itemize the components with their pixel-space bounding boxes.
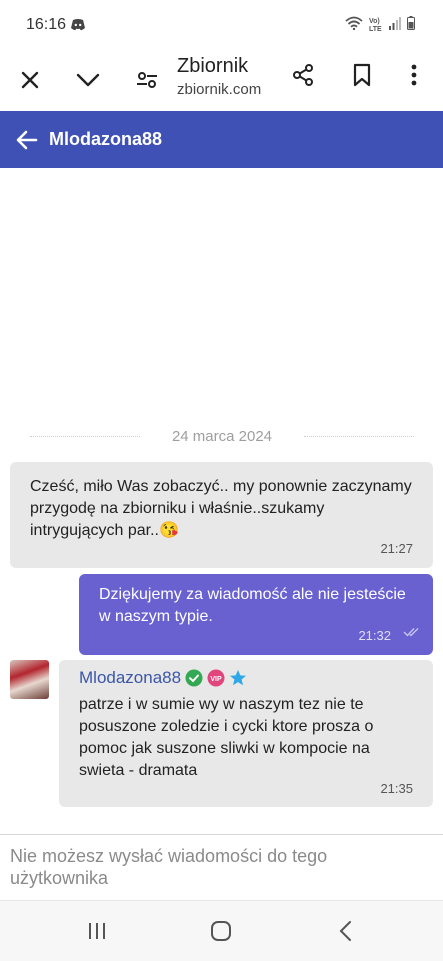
message-text: patrze i w sumie wy w naszym tez nie te … [79, 696, 374, 779]
close-tab-button[interactable] [12, 62, 48, 98]
home-icon [211, 921, 231, 941]
lte-label: Vo) LTE [369, 17, 382, 33]
message-time: 21:32 [358, 628, 391, 643]
close-icon [21, 71, 39, 89]
more-vert-icon [411, 64, 417, 86]
recent-apps-button[interactable] [82, 918, 112, 944]
discord-icon [70, 18, 86, 36]
composer-area: Nie możesz wysłać wiadomości do tego uży… [0, 834, 443, 901]
status-indicators: Vo) LTE [345, 16, 415, 35]
message-bubble-incoming[interactable]: Cześć, miło Was zobaczyć.. my ponownie z… [10, 462, 433, 568]
sender-name[interactable]: Mlodazona88 [79, 668, 181, 688]
wifi-icon [345, 16, 363, 35]
chevron-down-icon [76, 73, 100, 87]
signal-icon [389, 16, 401, 35]
message-time: 21:35 [380, 781, 413, 796]
back-button[interactable] [10, 123, 44, 157]
system-nav-bar [0, 900, 443, 961]
sender-row: Mlodazona88 VIP [79, 668, 413, 688]
date-separator: 24 marca 2024 [30, 428, 414, 445]
message-time: 21:27 [380, 541, 413, 556]
minimize-button[interactable] [70, 62, 106, 98]
message-bubble-incoming[interactable]: Mlodazona88 VIP patrze i w sumie wy w na… [59, 660, 433, 807]
svg-text:VIP: VIP [210, 676, 222, 683]
chevron-left-icon [339, 921, 351, 941]
conversation-title: Mlodazona88 [49, 129, 163, 149]
home-button[interactable] [206, 918, 236, 944]
share-button[interactable] [285, 57, 321, 93]
star-icon [229, 669, 247, 687]
battery-icon [407, 16, 415, 35]
recent-apps-icon [89, 923, 105, 939]
avatar[interactable] [10, 660, 49, 699]
page-settings-button[interactable] [129, 62, 165, 98]
status-bar: 16:16 Vo) LTE [0, 0, 443, 50]
conversation-header: Mlodazona88 [0, 111, 443, 168]
system-back-button[interactable] [330, 918, 360, 944]
read-receipt-icon [403, 624, 421, 642]
site-url[interactable]: zbiornik.com [177, 81, 261, 98]
site-title: Zbiornik [177, 55, 249, 77]
page-settings-icon [137, 72, 157, 88]
message-text: Dziękujemy za wiadomość ale nie jesteści… [99, 586, 406, 625]
arrow-back-icon [16, 130, 38, 150]
vip-badge: VIP [207, 669, 225, 687]
message-text: Cześć, miło Was zobaczyć.. my ponownie z… [30, 478, 412, 539]
divider [304, 436, 414, 437]
verified-icon [185, 669, 203, 687]
message-bubble-outgoing[interactable]: Dziękujemy za wiadomość ale nie jesteści… [79, 574, 433, 655]
more-options-button[interactable] [396, 57, 432, 93]
status-time: 16:16 [26, 16, 67, 33]
bookmark-icon [353, 63, 371, 87]
bookmark-button[interactable] [344, 57, 380, 93]
composer-disabled-notice: Nie możesz wysłać wiadomości do tego uży… [10, 846, 328, 888]
share-icon [293, 64, 313, 86]
